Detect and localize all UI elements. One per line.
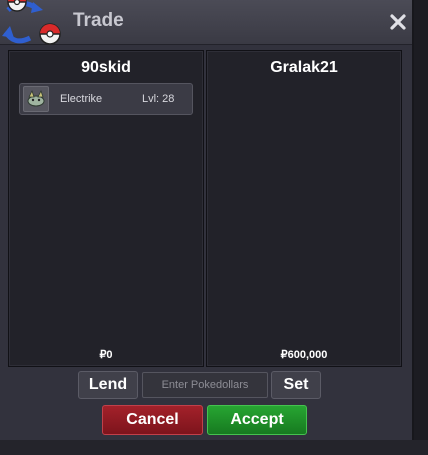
pokemon-name: Electrike xyxy=(60,93,103,105)
accept-button[interactable]: Accept xyxy=(207,405,307,435)
pokemon-level: Lvl: 28 xyxy=(142,93,175,105)
cancel-button[interactable]: Cancel xyxy=(102,405,203,435)
lend-button[interactable]: Lend xyxy=(78,371,138,399)
their-money-offer: ₽600,000 xyxy=(280,349,328,361)
background-edge xyxy=(0,440,428,455)
close-icon[interactable] xyxy=(388,12,408,32)
my-offer-panel: 90skid Electrike Lvl: 28 ₽0 xyxy=(8,50,204,367)
my-money-offer: ₽0 xyxy=(99,349,113,361)
trade-window: Trade 90skid Electrike Lvl: 28 ₽0 Gralak… xyxy=(0,0,414,440)
screen: Trade 90skid Electrike Lvl: 28 ₽0 Gralak… xyxy=(0,0,428,455)
set-button[interactable]: Set xyxy=(271,371,321,399)
window-title: Trade xyxy=(73,10,124,31)
pokedollars-input[interactable] xyxy=(142,372,268,398)
their-offer-panel: Gralak21 ₽600,000 xyxy=(206,50,402,367)
their-player-name: Gralak21 xyxy=(270,59,338,76)
pokeball-logo-icon xyxy=(0,0,70,46)
offered-pokemon-row[interactable]: Electrike Lvl: 28 xyxy=(19,83,193,115)
my-player-name: 90skid xyxy=(81,59,131,76)
background-edge xyxy=(414,0,428,455)
pokemon-icon xyxy=(23,86,49,112)
